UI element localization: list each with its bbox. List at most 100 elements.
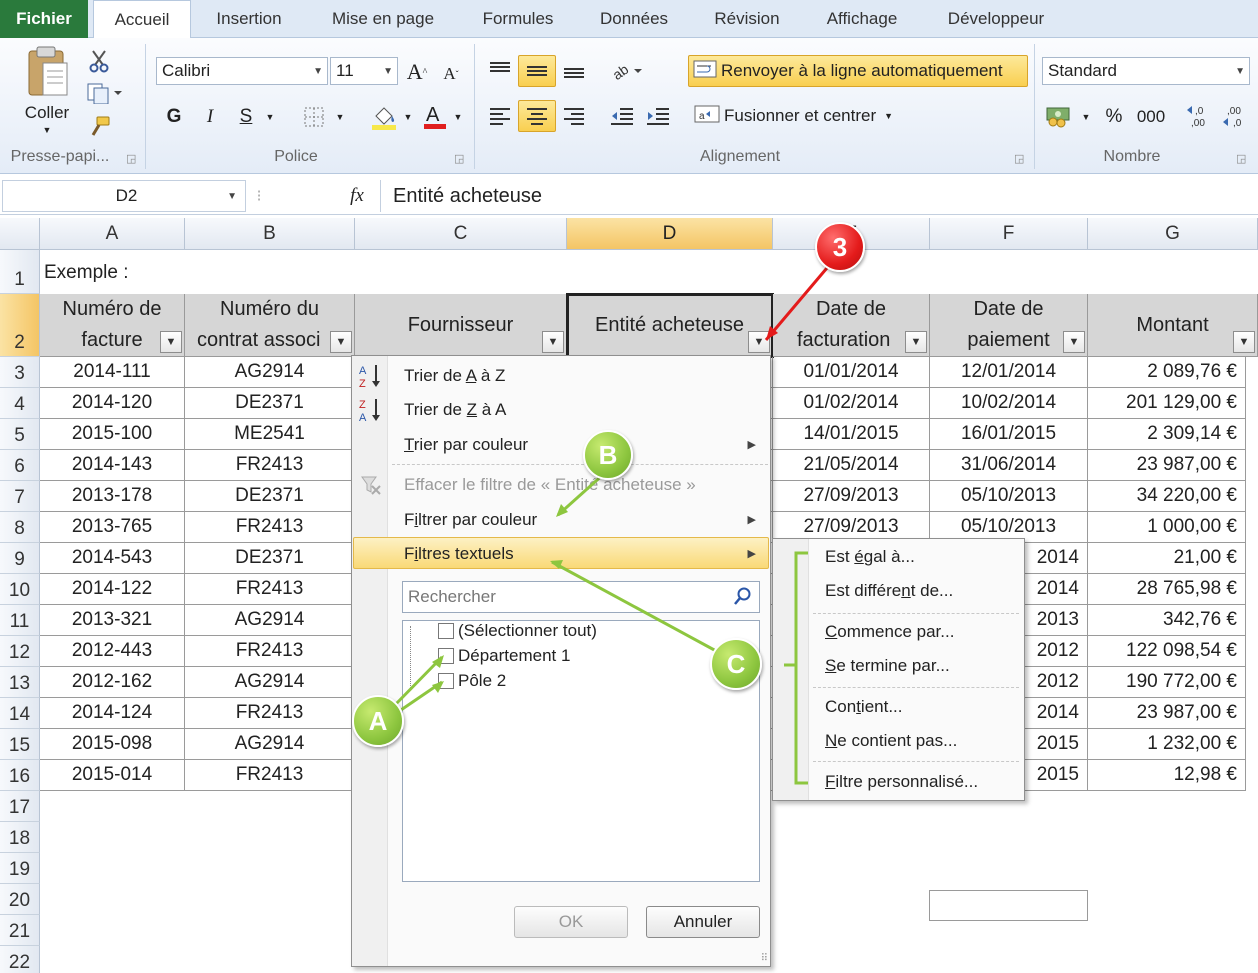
row-header-16[interactable]: 16 <box>0 760 40 791</box>
cell-contrat[interactable]: FR2413 <box>185 698 355 729</box>
menu-sort-az[interactable]: Trier de A à Z <box>404 366 505 386</box>
insert-function-button[interactable]: fx <box>340 182 374 210</box>
cell-montant[interactable]: 201 129,00 € <box>1088 388 1246 419</box>
cell-date-paiement[interactable]: 10/02/2014 <box>930 388 1088 419</box>
font-size-box[interactable]: 11 ▼ <box>330 57 398 85</box>
row-header-19[interactable]: 19 <box>0 853 40 884</box>
fill-dropdown-icon[interactable]: ▼ <box>400 104 416 130</box>
number-format-box[interactable]: Standard ▼ <box>1042 57 1250 85</box>
percent-button[interactable]: % <box>1100 104 1128 130</box>
row-header-1[interactable]: 1 <box>0 250 40 294</box>
cell-montant[interactable]: 1 232,00 € <box>1088 729 1246 760</box>
text-filter-option[interactable]: Filtre personnalisé... <box>825 772 978 792</box>
cell-montant[interactable]: 21,00 € <box>1088 543 1246 574</box>
cell-date-facturation[interactable]: 01/01/2014 <box>773 357 930 388</box>
cell-contrat[interactable]: AG2914 <box>185 605 355 636</box>
checkbox-pole-2[interactable] <box>438 673 454 689</box>
menu-sort-by-color[interactable]: Trier par couleur <box>404 435 528 455</box>
underline-button[interactable]: S <box>234 104 258 130</box>
filter-dropdown-button[interactable]: ▼ <box>1233 331 1255 353</box>
cell-numero-facture[interactable]: 2013-178 <box>40 481 185 512</box>
text-filter-option[interactable]: Se termine par... <box>825 656 950 676</box>
merge-center-button[interactable]: a Fusionner et centrer ▼ <box>690 100 920 132</box>
cell-montant[interactable]: 2 089,76 € <box>1088 357 1246 388</box>
cell-numero-facture[interactable]: 2014-543 <box>40 543 185 574</box>
cell-numero-facture[interactable]: 2012-162 <box>40 667 185 698</box>
cell-contrat[interactable]: AG2914 <box>185 729 355 760</box>
underline-dropdown-icon[interactable]: ▼ <box>262 104 278 130</box>
cell-contrat[interactable]: FR2413 <box>185 636 355 667</box>
row-header-11[interactable]: 11 <box>0 605 40 636</box>
menu-sort-za[interactable]: Trier de Z à A <box>404 400 506 420</box>
item-select-all[interactable]: (Sélectionner tout) <box>458 621 597 641</box>
menu-search-input[interactable]: Rechercher <box>402 581 760 613</box>
align-center-icon[interactable] <box>518 100 556 132</box>
cell-montant[interactable]: 122 098,54 € <box>1088 636 1246 667</box>
cell-montant[interactable]: 1 000,00 € <box>1088 512 1246 543</box>
tab-developpeur[interactable]: Développeur <box>932 0 1060 38</box>
grow-font-icon[interactable]: A ^ <box>404 58 430 86</box>
italic-button[interactable]: I <box>198 104 222 130</box>
font-color-dropdown-icon[interactable]: ▼ <box>450 104 466 130</box>
align-top-icon[interactable] <box>486 56 514 84</box>
row-header-21[interactable]: 21 <box>0 915 40 946</box>
filter-dropdown-button[interactable]: ▼ <box>1063 331 1085 353</box>
wrap-text-button[interactable]: Renvoyer à la ligne automatiquement <box>688 55 1028 87</box>
row-header-10[interactable]: 10 <box>0 574 40 605</box>
cell-numero-facture[interactable]: 2014-111 <box>40 357 185 388</box>
shrink-font-icon[interactable]: Aˇ <box>438 60 464 88</box>
column-header-c[interactable]: C <box>355 218 567 250</box>
cell-montant[interactable]: 23 987,00 € <box>1088 698 1246 729</box>
filter-dropdown-button[interactable]: ▼ <box>905 331 927 353</box>
decrease-decimal-icon[interactable]: ,00,0 <box>1220 102 1252 130</box>
borders-icon[interactable] <box>300 104 328 130</box>
cell-numero-facture[interactable]: 2015-100 <box>40 419 185 450</box>
menu-text-filters[interactable]: Filtres textuels <box>404 544 514 564</box>
cell-montant[interactable]: 2 309,14 € <box>1088 419 1246 450</box>
row-header-3[interactable]: 3 <box>0 357 40 388</box>
paste-dropdown-icon[interactable]: ▼ <box>40 124 54 136</box>
tab-formules[interactable]: Formules <box>470 0 566 38</box>
cell-montant[interactable]: 28 765,98 € <box>1088 574 1246 605</box>
increase-decimal-icon[interactable]: ,0,00 <box>1184 102 1216 130</box>
cell-contrat[interactable]: ME2541 <box>185 419 355 450</box>
text-filter-option[interactable]: Contient... <box>825 697 903 717</box>
text-filter-option[interactable]: Est différent de... <box>825 581 953 601</box>
cell-contrat[interactable]: AG2914 <box>185 357 355 388</box>
cell-numero-facture[interactable]: 2015-098 <box>40 729 185 760</box>
cell-numero-facture[interactable]: 2014-143 <box>40 450 185 481</box>
cell-contrat[interactable]: FR2413 <box>185 512 355 543</box>
row-header-5[interactable]: 5 <box>0 419 40 450</box>
row-header-17[interactable]: 17 <box>0 791 40 822</box>
text-filter-option[interactable]: Commence par... <box>825 622 954 642</box>
name-box[interactable]: D2 ▼ <box>2 180 246 212</box>
tab-mise-en-page[interactable]: Mise en page <box>318 0 448 38</box>
column-header-g[interactable]: G <box>1088 218 1258 250</box>
orientation-icon[interactable]: ab <box>608 56 648 84</box>
tab-revision[interactable]: Révision <box>702 0 792 38</box>
cell-numero-facture[interactable]: 2012-443 <box>40 636 185 667</box>
tab-fichier[interactable]: Fichier <box>0 0 88 38</box>
cell-numero-facture[interactable]: 2014-124 <box>40 698 185 729</box>
ok-button[interactable]: OK <box>514 906 628 938</box>
clipboard-launcher-icon[interactable]: ◲ <box>126 152 136 165</box>
align-middle-icon[interactable] <box>518 55 556 87</box>
column-header-d[interactable]: D <box>567 218 773 250</box>
borders-dropdown-icon[interactable]: ▼ <box>332 104 348 130</box>
paste-button[interactable]: Coller <box>16 102 78 124</box>
number-launcher-icon[interactable]: ◲ <box>1236 152 1246 165</box>
decrease-indent-icon[interactable] <box>608 102 636 130</box>
row-header-20[interactable]: 20 <box>0 884 40 915</box>
cell-contrat[interactable]: DE2371 <box>185 388 355 419</box>
copy-icon[interactable] <box>84 80 126 106</box>
cancel-button[interactable]: Annuler <box>646 906 760 938</box>
filter-dropdown-button[interactable]: ▼ <box>330 331 352 353</box>
cell-montant[interactable]: 190 772,00 € <box>1088 667 1246 698</box>
cell-contrat[interactable]: FR2413 <box>185 760 355 791</box>
cell-contrat[interactable]: AG2914 <box>185 667 355 698</box>
bold-button[interactable]: G <box>162 104 186 130</box>
row-header-9[interactable]: 9 <box>0 543 40 574</box>
format-painter-icon[interactable] <box>86 114 112 140</box>
increase-indent-icon[interactable] <box>644 102 672 130</box>
select-all-corner[interactable] <box>0 218 40 250</box>
